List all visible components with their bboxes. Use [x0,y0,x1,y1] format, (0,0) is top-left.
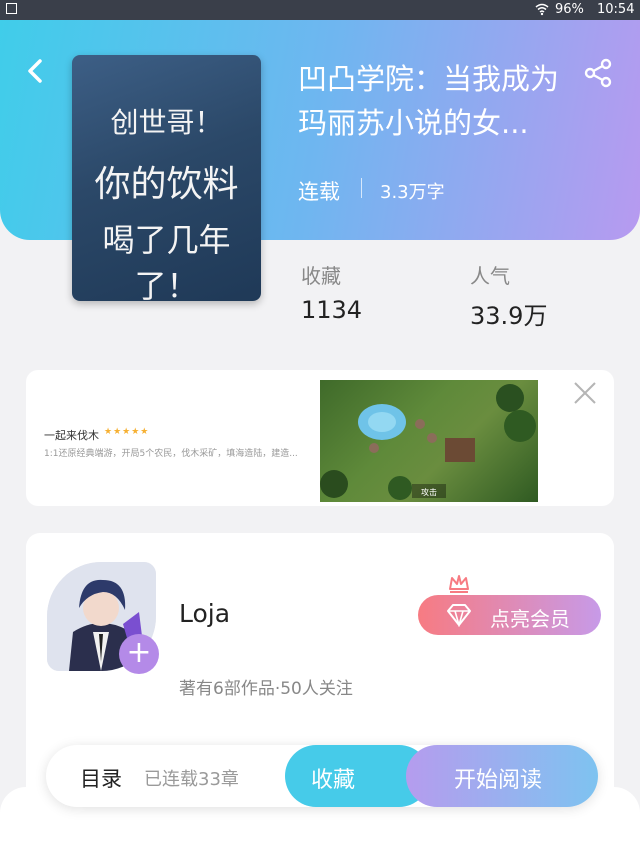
diamond-icon [447,604,471,627]
battery-level: 96% [555,2,584,17]
chapter-count[interactable]: 已连载33章 [144,765,239,791]
book-title: 凹凸学院：当我成为玛丽苏小说的女... [298,62,560,140]
book-cover[interactable]: 创世哥！ 你的饮料 喝了几年了！ [72,55,261,301]
author-name[interactable]: Loja [179,599,230,628]
favorites-label: 收藏 [301,264,341,288]
chevron-left-icon [28,59,42,83]
share-icon[interactable] [583,58,613,88]
status-bar: 96% 10:54 [0,0,640,20]
close-icon[interactable] [572,380,598,406]
author-meta: 著有6部作品·50人关注 [179,679,353,699]
activate-vip-button[interactable]: 点亮会员 [418,575,601,635]
divider [361,178,362,198]
popularity-count: 33.9万 [470,302,548,330]
start-reading-label: 开始阅读 [454,768,543,793]
popularity-label: 人气 [470,264,510,288]
cover-text-line: 你的饮料 [94,164,239,205]
back-button[interactable] [22,56,50,86]
cover-text-line: 创世哥！ [110,106,223,139]
ad-banner[interactable]: 一起来伐木 ★★★★★ 1:1还原经典端游，开局5个农民，伐木采矿，填海造陆，建… [26,370,614,506]
bottom-action-bar: 目录 已连载33章 收藏 开始阅读 [46,745,598,807]
follow-author-button[interactable]: + [119,634,159,674]
ad-image-caption: 攻击 [421,487,437,497]
cover-text-line: 喝了几年了！ [102,221,231,301]
word-count: 3.3万字 [380,182,445,203]
ad-title: 一起来伐木 [44,429,99,442]
ad-rating: ★★★★★ [104,427,150,437]
table-of-contents-button[interactable]: 目录 [80,763,122,793]
add-to-shelf-label: 收藏 [311,768,356,793]
ad-description: 1:1还原经典端游，开局5个农民，伐木采矿，填海造陆，建造... [44,449,298,459]
start-reading-button[interactable]: 开始阅读 [406,745,598,807]
wifi-icon [535,3,549,16]
game-scene-illustration: 攻击 [320,384,536,500]
favorites-count: 1134 [301,296,363,324]
vip-button-label: 点亮会员 [490,607,570,631]
screenshot-icon [6,3,17,14]
ad-game-image[interactable]: 攻击 [320,380,538,502]
crown-icon [449,575,469,593]
clock: 10:54 [597,2,635,17]
book-status: 连载 [298,180,340,204]
